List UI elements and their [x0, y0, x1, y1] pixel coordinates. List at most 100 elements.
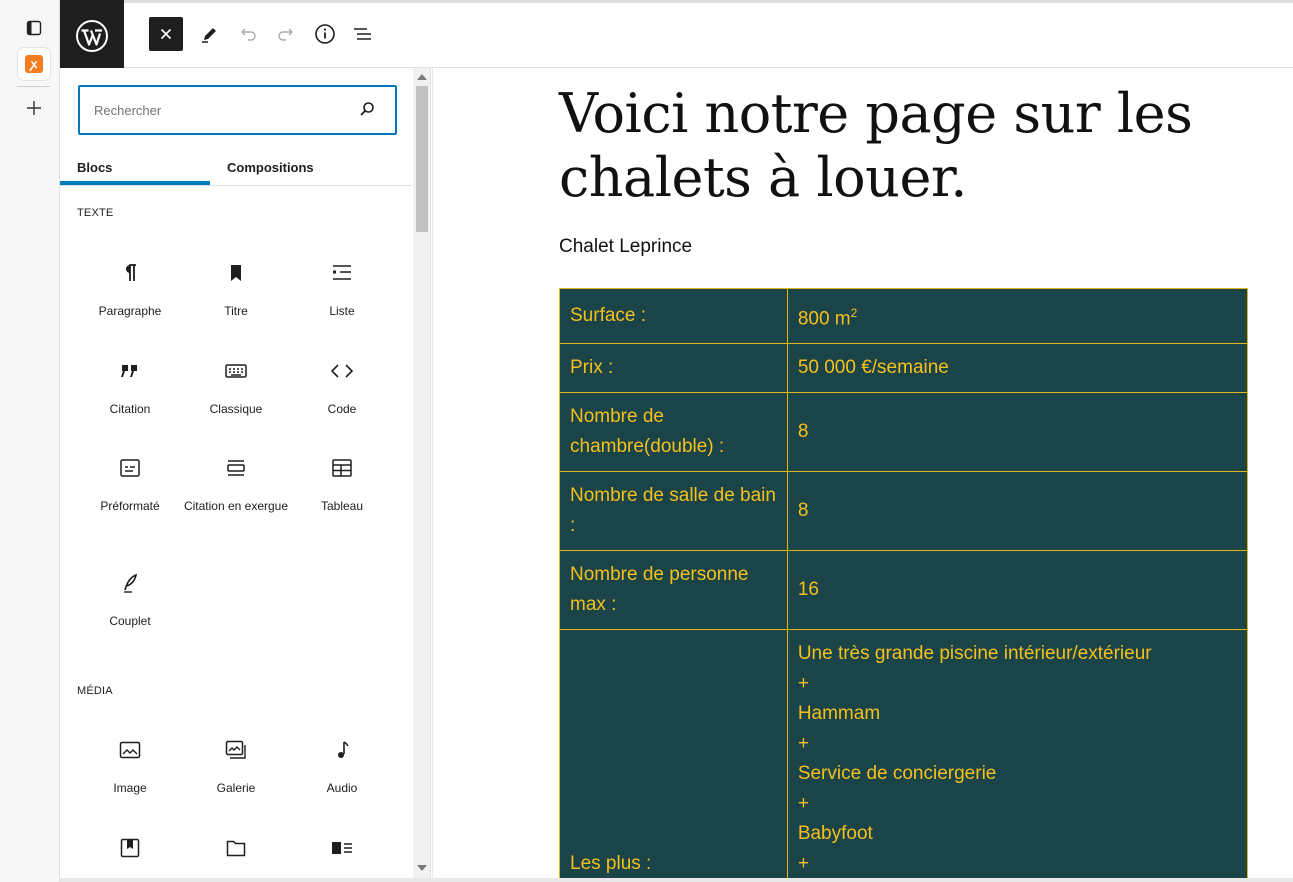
- editor-toolbar: [60, 0, 1293, 71]
- page-title[interactable]: Voici notre page sur les chalets à louer…: [559, 82, 1199, 210]
- block-item-classic[interactable]: Classique: [183, 359, 289, 418]
- table-cell-value[interactable]: 16: [786, 550, 1249, 631]
- feather-icon: [77, 571, 183, 595]
- block-label: Code: [327, 402, 357, 416]
- block-item-list[interactable]: Liste: [289, 261, 395, 320]
- wordpress-logo-icon[interactable]: [60, 0, 124, 71]
- block-item-paragraph[interactable]: Paragraphe: [77, 261, 183, 320]
- search-icon[interactable]: [359, 101, 375, 122]
- bookmark-icon: [183, 261, 289, 285]
- feature-separator: +: [797, 673, 809, 695]
- block-item-heading[interactable]: Titre: [183, 261, 289, 320]
- quote-icon: [77, 359, 183, 383]
- scroll-up-icon[interactable]: [417, 74, 427, 80]
- browser-side-rail: ꭗ: [0, 0, 60, 882]
- table-cell-value[interactable]: 8: [786, 471, 1249, 552]
- table-cell-value[interactable]: Une très grande piscine intérieur/extéri…: [786, 629, 1249, 882]
- block-item-pullquote[interactable]: Citation en exergue: [183, 456, 289, 515]
- plus-icon[interactable]: [18, 92, 50, 124]
- block-label: Citation: [109, 402, 151, 416]
- block-search: [78, 85, 397, 135]
- block-item-table[interactable]: Tableau: [289, 456, 395, 515]
- xampp-tab-button[interactable]: ꭗ: [18, 48, 50, 80]
- block-item-audio[interactable]: Audio: [289, 738, 395, 797]
- redo-icon[interactable]: [269, 17, 303, 51]
- code-icon: [289, 359, 395, 383]
- pencil-icon[interactable]: [193, 17, 227, 51]
- search-input[interactable]: [94, 87, 344, 133]
- chalet-name[interactable]: Chalet Leprince: [559, 236, 692, 258]
- table-cell-key[interactable]: Prix :: [559, 343, 788, 394]
- table-icon: [289, 456, 395, 480]
- surface-value: 800 m: [797, 308, 851, 330]
- paragraph-icon: [77, 261, 183, 285]
- block-item-media-text[interactable]: [289, 836, 395, 860]
- info-icon[interactable]: [308, 17, 342, 51]
- active-tab-indicator: [60, 181, 210, 185]
- tab-patterns[interactable]: Compositions: [227, 148, 397, 186]
- block-label: Audio: [326, 781, 358, 795]
- preformatted-icon: [77, 456, 183, 480]
- category-heading-media: MÉDIA: [77, 685, 113, 697]
- editor-canvas: Voici notre page sur les chalets à louer…: [432, 68, 1293, 882]
- table-cell-key[interactable]: Nombre de chambre(double) :: [559, 392, 788, 473]
- inserter-scrollbar[interactable]: [413, 68, 430, 882]
- table-cell-value[interactable]: 8: [786, 392, 1249, 473]
- list-view-icon[interactable]: [346, 17, 380, 51]
- block-label: Couplet: [109, 614, 151, 628]
- cover-icon: [77, 836, 183, 860]
- block-label: Paragraphe: [98, 304, 162, 318]
- feature-line: Une très grande piscine intérieur/extéri…: [797, 643, 1152, 665]
- block-item-verse[interactable]: Couplet: [77, 571, 183, 630]
- table-row: Surface : 800 m2: [559, 287, 1249, 345]
- image-icon: [77, 738, 183, 762]
- table-cell-value[interactable]: 800 m2: [786, 287, 1249, 345]
- block-label: Classique: [209, 402, 263, 416]
- window-bottom-edge: [60, 878, 1293, 882]
- block-item-quote[interactable]: Citation: [77, 359, 183, 418]
- block-label: Titre: [224, 304, 248, 318]
- audio-icon: [289, 738, 395, 762]
- feature-separator: +: [797, 733, 809, 755]
- feature-line: Babyfoot: [797, 823, 873, 845]
- table-cell-key[interactable]: Les plus :: [559, 629, 788, 882]
- undo-icon[interactable]: [231, 17, 265, 51]
- block-item-code[interactable]: Code: [289, 359, 395, 418]
- scroll-down-icon[interactable]: [417, 865, 427, 871]
- block-item-gallery[interactable]: Galerie: [183, 738, 289, 797]
- block-label: Préformaté: [100, 499, 160, 513]
- table-row: Les plus : Une très grande piscine intér…: [559, 629, 1249, 882]
- table-row: Nombre de personne max : 16: [559, 550, 1249, 631]
- feature-line: Hammam: [797, 703, 881, 725]
- gallery-icon: [183, 738, 289, 762]
- media-text-icon: [289, 836, 395, 860]
- feature-separator: +: [797, 853, 809, 875]
- block-item-file[interactable]: [183, 836, 289, 860]
- table-row: Nombre de chambre(double) : 8: [559, 392, 1249, 473]
- scrollbar-thumb[interactable]: [416, 86, 428, 232]
- block-item-cover[interactable]: [77, 836, 183, 860]
- table-cell-key[interactable]: Nombre de salle de bain :: [559, 471, 788, 552]
- block-item-image[interactable]: Image: [77, 738, 183, 797]
- feature-line: Service de conciergerie: [797, 763, 997, 785]
- list-icon: [289, 261, 395, 285]
- category-heading-text: TEXTE: [77, 207, 114, 219]
- table-cell-key[interactable]: Nombre de personne max :: [559, 550, 788, 631]
- block-label: Image: [113, 781, 147, 795]
- xampp-icon: ꭗ: [25, 55, 43, 73]
- block-label: Citation en exergue: [183, 499, 289, 513]
- close-inserter-button[interactable]: [149, 17, 183, 51]
- close-icon: [160, 28, 172, 40]
- keyboard-icon: [183, 359, 289, 383]
- block-item-preformatted[interactable]: Préformaté: [77, 456, 183, 515]
- table-row: Nombre de salle de bain : 8: [559, 471, 1249, 552]
- block-label: Tableau: [320, 499, 364, 513]
- feature-separator: +: [797, 793, 809, 815]
- sidebar-toggle-icon[interactable]: [18, 12, 50, 44]
- surface-unit-exponent: 2: [850, 306, 858, 320]
- table-cell-value[interactable]: 50 000 €/semaine: [786, 343, 1249, 394]
- chalet-spec-table[interactable]: Surface : 800 m2 Prix : 50 000 €/semaine…: [559, 287, 1249, 882]
- rail-divider: [17, 86, 50, 87]
- table-cell-key[interactable]: Surface :: [559, 287, 788, 345]
- table-row: Prix : 50 000 €/semaine: [559, 343, 1249, 394]
